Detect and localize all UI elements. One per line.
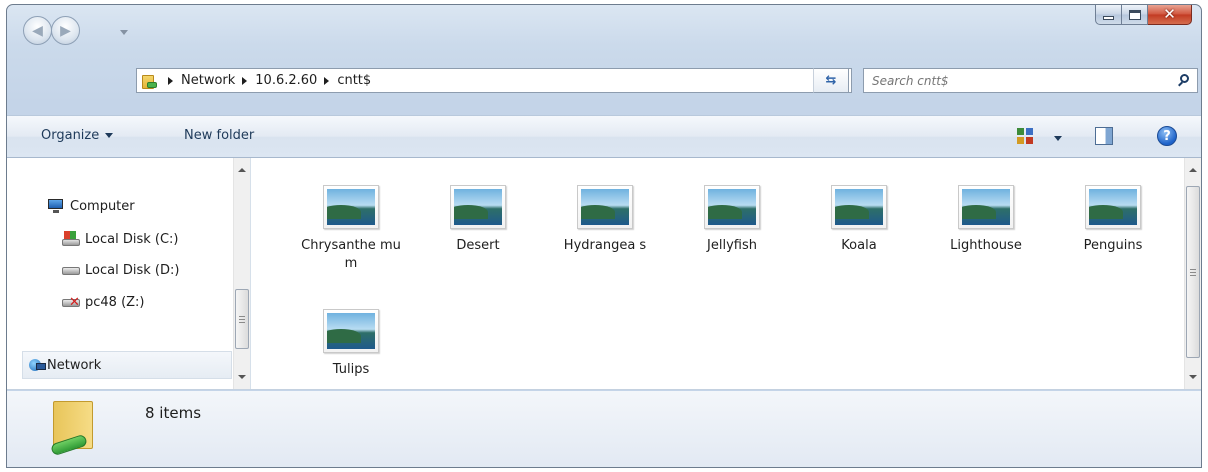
nav-item-local-disk-c[interactable]: Local Disk (C:) — [62, 231, 178, 247]
close-button[interactable]: ✕ — [1148, 5, 1192, 25]
content-area: Computer Local Disk (C:) Local Disk (D:)… — [7, 158, 1201, 390]
image-thumbnail — [323, 309, 379, 353]
scroll-down-icon[interactable] — [238, 375, 246, 379]
file-item[interactable]: Penguins — [1063, 185, 1163, 255]
system-drive-icon — [62, 231, 80, 247]
close-icon: ✕ — [1163, 5, 1176, 23]
address-bar[interactable]: Network 10.6.2.60 cntt$ — [136, 68, 852, 93]
file-name: Desert — [456, 238, 500, 253]
navigation-scrollbar[interactable] — [233, 158, 250, 389]
file-name: Hydrangea s — [563, 238, 647, 253]
refresh-button[interactable]: ⇆ — [813, 68, 849, 93]
minimize-button[interactable] — [1095, 5, 1122, 25]
new-folder-button[interactable]: New folder — [184, 128, 254, 143]
item-count: 8 items — [145, 404, 202, 422]
explorer-window: ✕ ◀ ▶ Network 10.6.2.60 cntt$ ⇆ Organize… — [6, 4, 1202, 468]
file-item[interactable]: Tulips — [301, 309, 401, 379]
scroll-down-icon[interactable] — [1189, 375, 1197, 379]
back-arrow-icon: ◀ — [32, 22, 43, 39]
file-name: Jellyfish — [707, 238, 757, 253]
nav-item-pc48[interactable]: ✕ pc48 (Z:) — [62, 294, 145, 310]
chevron-right-icon[interactable] — [168, 76, 173, 85]
caption-buttons: ✕ — [1095, 5, 1192, 27]
preview-pane-icon[interactable] — [1095, 127, 1113, 145]
back-button[interactable]: ◀ — [23, 16, 52, 45]
chevron-right-icon[interactable] — [324, 76, 330, 85]
file-list-scrollbar[interactable] — [1184, 158, 1201, 389]
command-bar: Organize New folder ? — [7, 115, 1201, 158]
breadcrumb-network[interactable]: Network — [181, 73, 235, 88]
recent-pages-dropdown[interactable] — [120, 30, 128, 35]
details-pane: 8 items — [7, 391, 1201, 467]
nav-local-c-label: Local Disk (C:) — [85, 231, 179, 247]
nav-pc48-label: pc48 (Z:) — [85, 294, 145, 310]
maximize-button[interactable] — [1122, 5, 1148, 25]
scrollbar-thumb[interactable] — [235, 289, 249, 349]
file-item[interactable]: Jellyfish — [682, 185, 782, 255]
file-item[interactable]: Lighthouse — [936, 185, 1036, 255]
minimize-icon — [1103, 15, 1114, 20]
image-thumbnail — [958, 185, 1014, 229]
file-name: Lighthouse — [950, 238, 1022, 253]
navigation-pane: Computer Local Disk (C:) Local Disk (D:)… — [7, 158, 251, 389]
nav-local-d-label: Local Disk (D:) — [85, 262, 180, 278]
drive-icon — [62, 262, 80, 278]
file-name: Koala — [841, 238, 877, 253]
network-folder-icon — [47, 401, 107, 461]
file-item[interactable]: Desert — [428, 185, 528, 255]
image-thumbnail — [323, 185, 379, 229]
nav-item-computer[interactable]: Computer — [47, 198, 135, 214]
file-name: Tulips — [332, 362, 370, 377]
help-icon[interactable]: ? — [1157, 126, 1177, 146]
image-thumbnail — [450, 185, 506, 229]
change-view-icon[interactable] — [1017, 128, 1033, 144]
nav-computer-label: Computer — [70, 198, 135, 214]
search-box[interactable] — [863, 68, 1198, 93]
organize-button[interactable]: Organize — [41, 128, 114, 143]
disconnected-network-drive-icon: ✕ — [62, 294, 80, 310]
breadcrumb-share[interactable]: cntt$ — [337, 73, 371, 88]
file-list: Chrysanthe mum Desert Hydrangea s Jellyf… — [252, 158, 1183, 389]
forward-arrow-icon: ▶ — [60, 22, 71, 39]
scroll-up-icon[interactable] — [238, 168, 246, 172]
scrollbar-thumb[interactable] — [1186, 186, 1200, 358]
forward-button[interactable]: ▶ — [51, 16, 80, 45]
chevron-down-icon — [105, 133, 114, 138]
nav-network-label: Network — [47, 357, 102, 373]
image-thumbnail — [1085, 185, 1141, 229]
breadcrumb-host[interactable]: 10.6.2.60 — [255, 73, 317, 88]
nav-item-local-disk-d[interactable]: Local Disk (D:) — [62, 262, 179, 278]
maximize-icon — [1128, 9, 1141, 20]
image-thumbnail — [704, 185, 760, 229]
file-item[interactable]: Chrysanthe mum — [301, 185, 401, 273]
computer-icon — [47, 198, 65, 214]
file-item[interactable]: Hydrangea s — [555, 185, 655, 255]
network-folder-icon — [141, 73, 159, 89]
file-name: Penguins — [1083, 238, 1143, 253]
chevron-right-icon[interactable] — [242, 76, 248, 85]
image-thumbnail — [831, 185, 887, 229]
file-name: Chrysanthe mum — [301, 238, 401, 271]
image-thumbnail — [577, 185, 633, 229]
scroll-up-icon[interactable] — [1189, 168, 1197, 172]
refresh-icon: ⇆ — [825, 73, 837, 88]
nav-item-network[interactable]: Network — [22, 351, 232, 379]
organize-label: Organize — [41, 128, 100, 143]
view-options-dropdown[interactable] — [1054, 136, 1062, 141]
file-item[interactable]: Koala — [809, 185, 909, 255]
network-icon — [29, 357, 47, 373]
search-icon[interactable] — [1178, 74, 1190, 87]
search-input[interactable] — [872, 73, 1152, 88]
new-folder-label: New folder — [184, 128, 255, 143]
breadcrumb: Network 10.6.2.60 cntt$ — [161, 73, 371, 88]
